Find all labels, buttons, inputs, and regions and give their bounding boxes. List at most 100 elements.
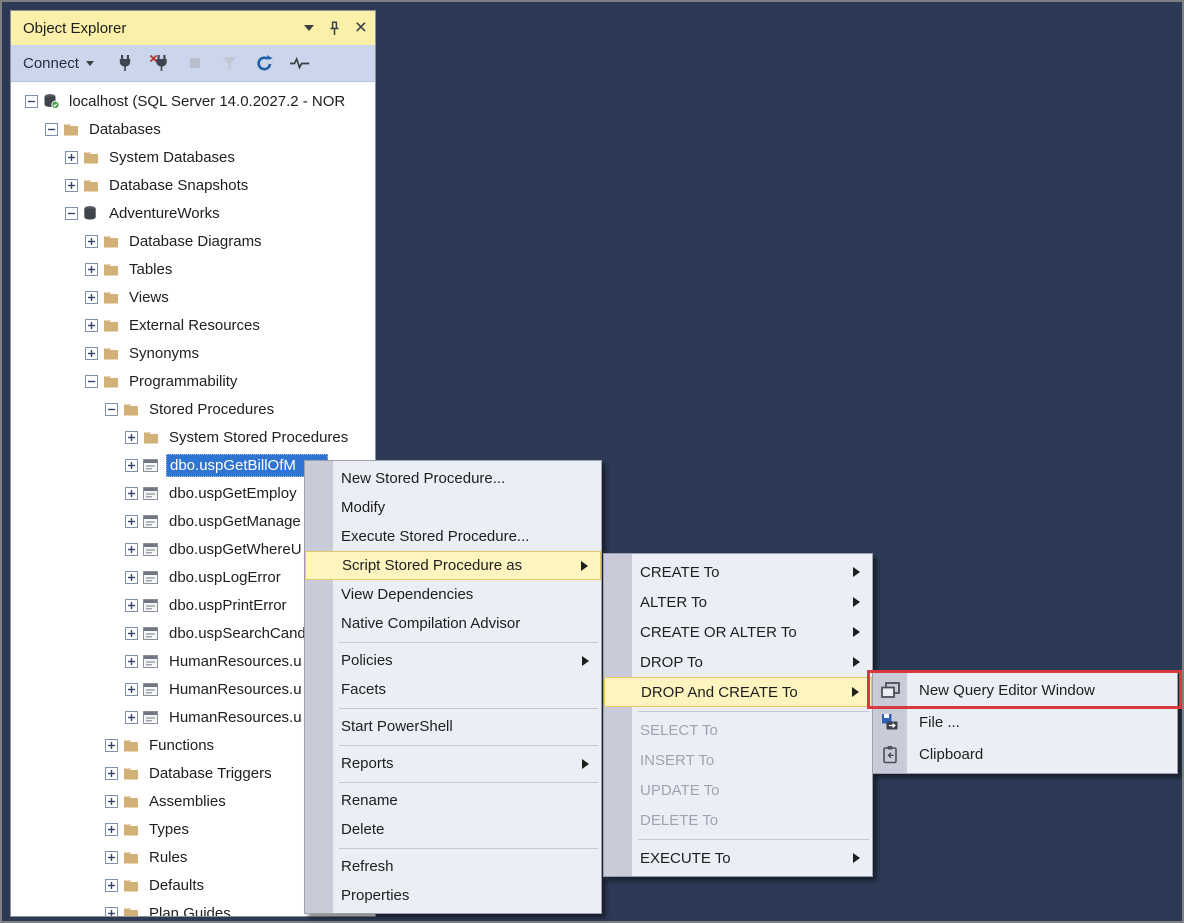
expander-plus-icon[interactable] <box>125 459 138 472</box>
menu-item-refresh[interactable]: Refresh <box>305 852 601 881</box>
menu-separator <box>604 707 872 715</box>
tree-item-label: localhost (SQL Server 14.0.2027.2 - NOR <box>66 91 348 112</box>
expander-plus-icon[interactable] <box>125 543 138 556</box>
menu-item-clipboard[interactable]: Clipboard <box>873 738 1177 770</box>
menu-item-delete[interactable]: Delete <box>305 815 601 844</box>
folder-icon <box>103 261 120 277</box>
expander-plus-icon[interactable] <box>125 627 138 640</box>
expander-plus-icon[interactable] <box>105 767 118 780</box>
menu-item-view-dependencies[interactable]: View Dependencies <box>305 580 601 609</box>
menu-item-policies[interactable]: Policies <box>305 646 601 675</box>
proc-icon <box>143 513 160 529</box>
activity-monitor-icon[interactable] <box>289 51 311 75</box>
expander-plus-icon[interactable] <box>125 683 138 696</box>
expander-plus-icon[interactable] <box>125 599 138 612</box>
tree-item-system-databases[interactable]: System Databases <box>11 143 375 171</box>
tree-item-label: Views <box>126 287 172 308</box>
expander-plus-icon[interactable] <box>85 291 98 304</box>
filter-icon <box>219 51 241 75</box>
refresh-icon[interactable] <box>254 51 276 75</box>
menu-item-properties[interactable]: Properties <box>305 881 601 910</box>
tree-item-label: Database Diagrams <box>126 231 265 252</box>
expander-plus-icon[interactable] <box>85 263 98 276</box>
folder-icon <box>103 233 120 249</box>
expander-plus-icon[interactable] <box>105 795 118 808</box>
tree-item-stored-procedures[interactable]: Stored Procedures <box>11 395 375 423</box>
pin-icon[interactable] <box>328 21 341 36</box>
connect-plug-icon[interactable] <box>114 51 136 75</box>
tree-item-views[interactable]: Views <box>11 283 375 311</box>
menu-item-drop-to[interactable]: DROP To <box>604 647 872 677</box>
stop-icon <box>184 51 206 75</box>
close-icon[interactable]: × <box>355 20 367 36</box>
tree-item-system-stored-procedures[interactable]: System Stored Procedures <box>11 423 375 451</box>
tree-item-label: Assemblies <box>146 791 229 812</box>
disconnect-plug-icon[interactable] <box>149 51 171 75</box>
expander-plus-icon[interactable] <box>125 655 138 668</box>
file-save-icon <box>879 712 901 732</box>
menu-item-label: UPDATE To <box>640 782 864 799</box>
menu-item-label: Facets <box>341 681 593 698</box>
menu-item-new-stored-procedure[interactable]: New Stored Procedure... <box>305 464 601 493</box>
menu-item-script-stored-procedure-as[interactable]: Script Stored Procedure as <box>305 551 601 580</box>
expander-minus-icon[interactable] <box>85 375 98 388</box>
menu-item-update-to: UPDATE To <box>604 775 872 805</box>
menu-item-reports[interactable]: Reports <box>305 749 601 778</box>
expander-minus-icon[interactable] <box>105 403 118 416</box>
tree-item-label: dbo.uspGetWhereU <box>166 539 305 560</box>
menu-item-rename[interactable]: Rename <box>305 786 601 815</box>
menu-item-execute-stored-procedure[interactable]: Execute Stored Procedure... <box>305 522 601 551</box>
expander-plus-icon[interactable] <box>125 431 138 444</box>
expander-plus-icon[interactable] <box>105 879 118 892</box>
menu-item-label: File ... <box>919 714 1169 731</box>
menu-item-create-or-alter-to[interactable]: CREATE OR ALTER To <box>604 617 872 647</box>
connect-button-label: Connect <box>23 55 79 72</box>
expander-plus-icon[interactable] <box>65 179 78 192</box>
menu-item-alter-to[interactable]: ALTER To <box>604 587 872 617</box>
expander-plus-icon[interactable] <box>105 851 118 864</box>
tree-item-adventureworks[interactable]: AdventureWorks <box>11 199 375 227</box>
expander-plus-icon[interactable] <box>105 823 118 836</box>
menu-item-label: View Dependencies <box>341 586 593 603</box>
tree-item-database-snapshots[interactable]: Database Snapshots <box>11 171 375 199</box>
expander-minus-icon[interactable] <box>25 95 38 108</box>
menu-item-label: Execute Stored Procedure... <box>341 528 593 545</box>
menu-item-native-compilation-advisor[interactable]: Native Compilation Advisor <box>305 609 601 638</box>
menu-item-new-query-editor-window[interactable]: New Query Editor Window <box>873 674 1177 706</box>
tree-item-label: System Databases <box>106 147 238 168</box>
expander-plus-icon[interactable] <box>125 515 138 528</box>
menu-item-file[interactable]: File ... <box>873 706 1177 738</box>
expander-plus-icon[interactable] <box>85 319 98 332</box>
object-explorer-titlebar[interactable]: Object Explorer × <box>11 11 375 45</box>
tree-item-databases[interactable]: Databases <box>11 115 375 143</box>
menu-item-start-powershell[interactable]: Start PowerShell <box>305 712 601 741</box>
tree-item-localhost-sql-server-14-0-2027-2-nor[interactable]: localhost (SQL Server 14.0.2027.2 - NOR <box>11 87 375 115</box>
menu-item-create-to[interactable]: CREATE To <box>604 557 872 587</box>
menu-item-facets[interactable]: Facets <box>305 675 601 704</box>
expander-plus-icon[interactable] <box>125 571 138 584</box>
window-position-caret-icon[interactable] <box>304 25 314 31</box>
menu-item-execute-to[interactable]: EXECUTE To <box>604 843 872 873</box>
expander-plus-icon[interactable] <box>85 347 98 360</box>
tree-item-database-diagrams[interactable]: Database Diagrams <box>11 227 375 255</box>
proc-icon <box>143 569 160 585</box>
expander-minus-icon[interactable] <box>45 123 58 136</box>
submenu-arrow-icon <box>853 597 860 607</box>
tree-item-external-resources[interactable]: External Resources <box>11 311 375 339</box>
expander-plus-icon[interactable] <box>105 739 118 752</box>
connect-button[interactable]: Connect <box>19 53 98 74</box>
expander-minus-icon[interactable] <box>65 207 78 220</box>
expander-plus-icon[interactable] <box>125 487 138 500</box>
menu-item-drop-and-create-to[interactable]: DROP And CREATE To <box>604 677 872 707</box>
tree-item-synonyms[interactable]: Synonyms <box>11 339 375 367</box>
menu-item-modify[interactable]: Modify <box>305 493 601 522</box>
tree-item-label: Database Triggers <box>146 763 275 784</box>
menu-separator <box>305 741 601 749</box>
expander-plus-icon[interactable] <box>105 907 118 917</box>
expander-plus-icon[interactable] <box>85 235 98 248</box>
tree-item-programmability[interactable]: Programmability <box>11 367 375 395</box>
folder-icon <box>83 149 100 165</box>
expander-plus-icon[interactable] <box>65 151 78 164</box>
tree-item-tables[interactable]: Tables <box>11 255 375 283</box>
expander-plus-icon[interactable] <box>125 711 138 724</box>
